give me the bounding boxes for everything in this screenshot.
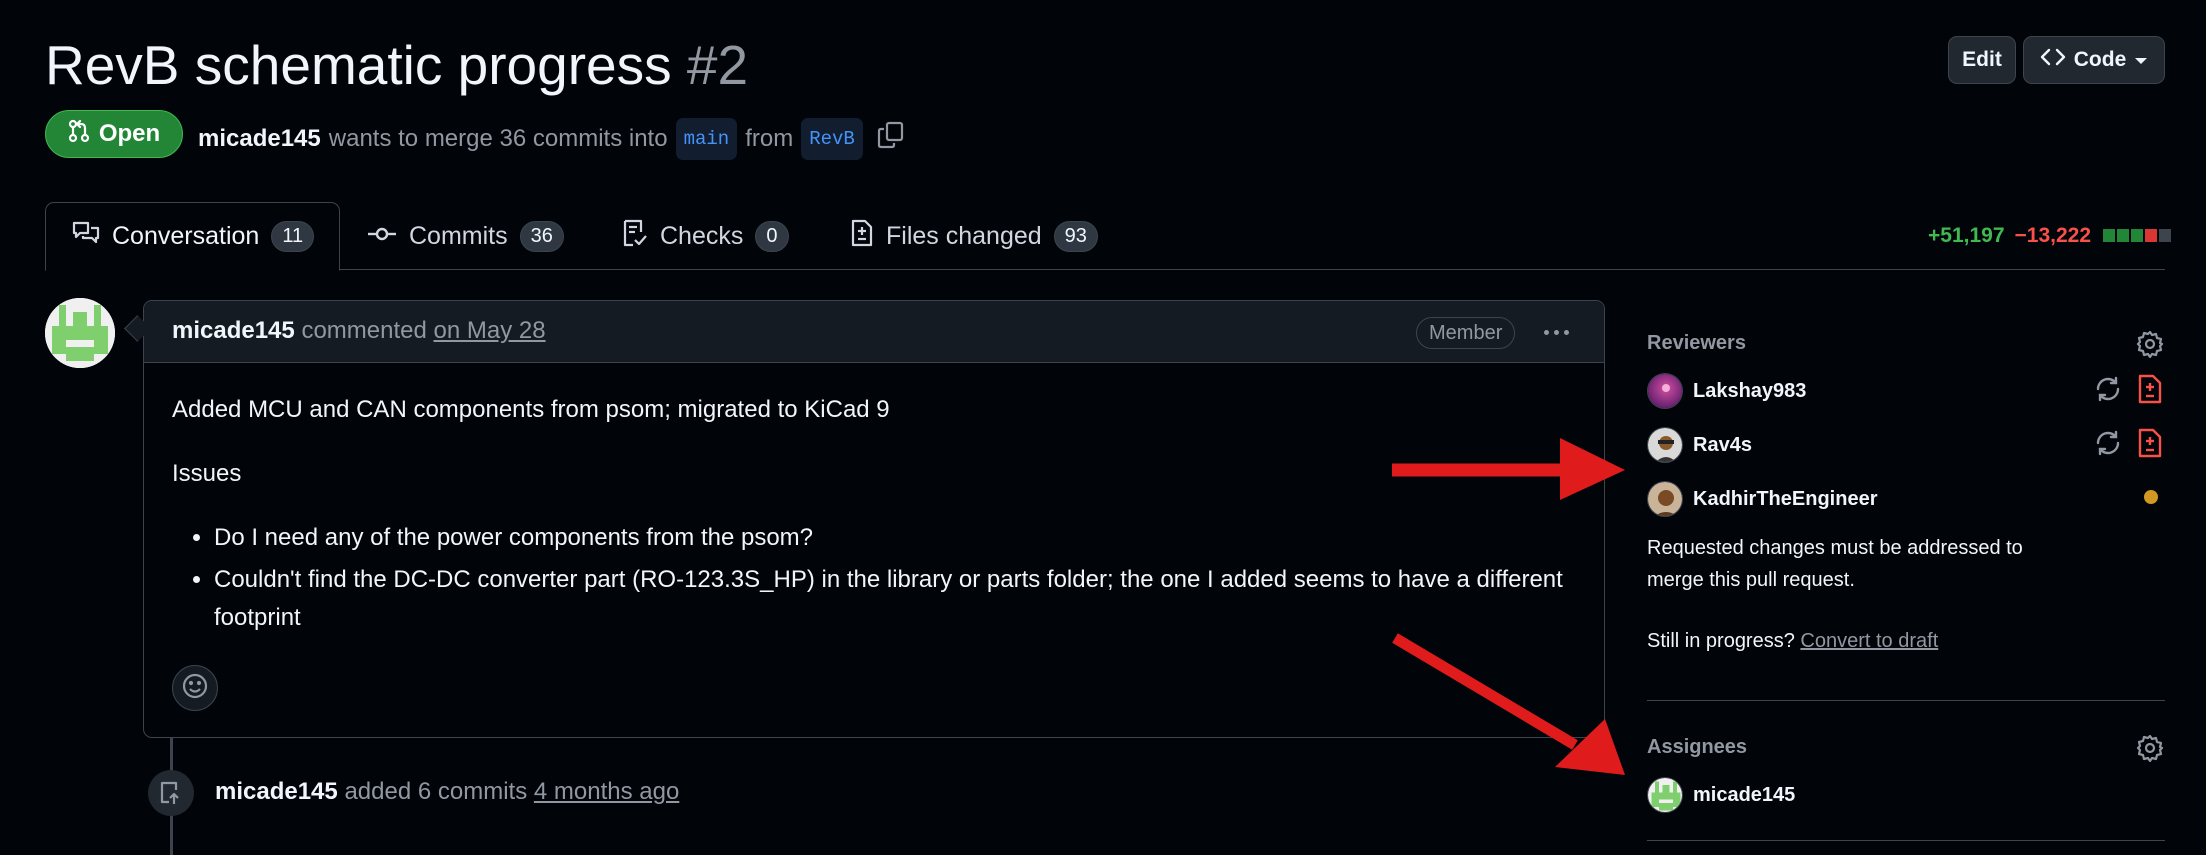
timeline-commit-event: micade145 added 6 commits 4 months ago — [215, 778, 679, 806]
tab-counter: 11 — [271, 221, 315, 252]
pr-title-text: RevB schematic progress — [45, 34, 672, 96]
sidebar-divider — [1647, 700, 2165, 701]
code-button[interactable]: Code — [2023, 36, 2165, 84]
reviewer-status-icons — [2093, 374, 2163, 409]
diffstat-square — [2117, 229, 2129, 242]
smiley-icon — [181, 672, 209, 705]
still-in-progress-text: Still in progress? — [1647, 630, 1795, 652]
sync-icon[interactable] — [2093, 428, 2123, 463]
sidebar-divider — [1647, 840, 2165, 841]
file-diff-icon — [2137, 374, 2163, 409]
diffstat-square — [2159, 229, 2171, 242]
event-time-link[interactable]: 4 months ago — [534, 778, 679, 805]
pending-review-icon — [2144, 490, 2158, 504]
sync-icon[interactable] — [2093, 374, 2123, 409]
tab-checks[interactable]: Checks 0 — [622, 202, 789, 270]
comment-meta: micade145 commented on May 28 — [172, 317, 546, 345]
pr-tabs: Conversation 11 Commits 36 Checks 0 File… — [45, 202, 2165, 271]
reviewer-name: Lakshay983 — [1693, 379, 1807, 402]
base-branch[interactable]: main — [675, 118, 738, 160]
comment-date-link[interactable]: on May 28 — [434, 317, 546, 344]
pr-author-link[interactable]: micade145 — [198, 123, 321, 155]
comment-box: micade145 commented on May 28 Member Add… — [143, 300, 1605, 738]
list-item: Do I need any of the power components fr… — [214, 519, 1572, 557]
merge-text: wants to merge 36 commits into — [328, 125, 668, 152]
code-icon — [2040, 47, 2066, 73]
event-action: added 6 commits — [344, 778, 528, 805]
diffstat-square — [2103, 229, 2115, 242]
pr-title: RevB schematic progress #2 — [45, 30, 748, 100]
comment-header: micade145 commented on May 28 Member — [144, 301, 1604, 363]
comment-bullet-list: Do I need any of the power components fr… — [172, 519, 1572, 637]
tab-label: Files changed — [886, 221, 1042, 250]
reviewer-name: KadhirTheEngineer — [1693, 487, 1878, 510]
repo-push-icon — [148, 770, 194, 816]
tab-conversation[interactable]: Conversation 11 — [45, 202, 340, 271]
head-branch[interactable]: RevB — [801, 118, 863, 160]
role-badge-label: Member — [1429, 321, 1503, 344]
code-button-label: Code — [2073, 48, 2127, 71]
tab-commits[interactable]: Commits 36 — [367, 202, 564, 270]
avatar — [1647, 427, 1683, 463]
git-commit-icon — [367, 222, 397, 251]
from-text: from — [745, 125, 794, 152]
avatar — [1647, 481, 1683, 517]
tab-counter: 36 — [519, 220, 564, 252]
tab-counter: 0 — [755, 220, 789, 252]
avatar — [1647, 777, 1683, 813]
copy-icon[interactable] — [877, 121, 905, 158]
assignee-name: micade145 — [1693, 783, 1796, 806]
tab-files-changed[interactable]: Files changed 93 — [850, 202, 1098, 270]
file-diff-icon — [2137, 428, 2163, 463]
comment-body: Added MCU and CAN components from psom; … — [172, 391, 1572, 641]
deletions-count: −13,222 — [2014, 224, 2092, 247]
edit-button-label: Edit — [1962, 48, 2002, 71]
diffstat-bar — [2101, 224, 2171, 248]
convert-to-draft-link[interactable]: Convert to draft — [1800, 630, 1938, 652]
kebab-horizontal-icon[interactable] — [1536, 315, 1576, 349]
event-author-link[interactable]: micade145 — [215, 778, 338, 805]
merge-summary: micade145 wants to merge 36 commits into… — [198, 118, 905, 160]
edit-button[interactable]: Edit — [1948, 36, 2016, 84]
file-diff-icon — [850, 219, 874, 254]
list-item: Couldn't find the DC-DC converter part (… — [214, 561, 1572, 637]
gear-icon[interactable] — [2136, 330, 2164, 363]
diffstat: +51,197 −13,222 — [1928, 224, 2171, 248]
assignee-item[interactable]: micade145 — [1647, 777, 1795, 813]
additions-count: +51,197 — [1928, 224, 2005, 247]
pr-number: #2 — [686, 34, 749, 96]
tab-counter: 93 — [1053, 220, 1098, 252]
diffstat-square — [2131, 229, 2143, 242]
checklist-icon — [622, 219, 648, 254]
reviewer-item[interactable]: Lakshay983 — [1647, 373, 1806, 409]
avatar — [1647, 373, 1683, 409]
draft-prompt: Still in progress? Convert to draft — [1647, 630, 1938, 653]
status-badge: Open — [45, 110, 183, 158]
tab-label: Conversation — [112, 222, 260, 250]
assignees-heading: Assignees — [1647, 736, 1748, 758]
requested-changes-note: Requested changes must be addressed to m… — [1647, 537, 2023, 591]
comment-paragraph: Issues — [172, 460, 242, 487]
avatar[interactable] — [45, 298, 115, 368]
add-reaction-button[interactable] — [172, 665, 218, 711]
comment-paragraph: Added MCU and CAN components from psom; … — [172, 396, 890, 423]
comment-discussion-icon — [72, 220, 100, 253]
reviewer-item[interactable]: KadhirTheEngineer — [1647, 481, 1877, 517]
role-badge: Member — [1416, 317, 1516, 349]
gear-icon[interactable] — [2136, 734, 2164, 767]
reviewer-status-icons — [2093, 428, 2163, 463]
diffstat-square — [2145, 229, 2157, 242]
comment-action: commented — [301, 317, 427, 344]
reviewers-heading: Reviewers — [1647, 332, 1746, 354]
triangle-down-icon — [2134, 48, 2148, 72]
reviewer-name: Rav4s — [1693, 433, 1752, 456]
reviewer-item[interactable]: Rav4s — [1647, 427, 1752, 463]
tab-label: Checks — [660, 221, 744, 250]
tab-label: Commits — [409, 221, 508, 250]
comment-author-link[interactable]: micade145 — [172, 317, 295, 344]
git-pull-request-icon — [68, 119, 90, 150]
status-label: Open — [98, 120, 161, 147]
